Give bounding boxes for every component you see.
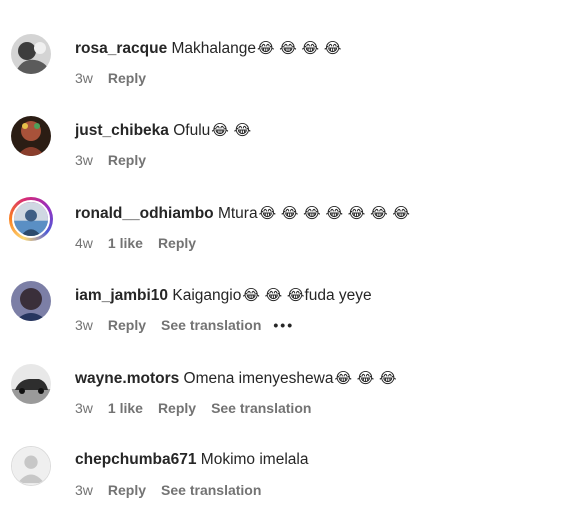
- laughing-emoji-icon: 😂 😂 😂: [242, 286, 305, 304]
- avatar[interactable]: [11, 34, 51, 74]
- comment-time: 3w: [75, 317, 93, 333]
- reply-button[interactable]: Reply: [108, 316, 146, 334]
- comment-item: just_chibeka Ofulu😂 😂 3w Reply: [0, 116, 578, 186]
- comment-text: Mtura: [217, 205, 258, 222]
- avatar-photo-icon: [11, 364, 51, 404]
- laughing-emoji-icon: 😂 😂 😂 😂: [256, 39, 342, 57]
- comment-text: Omena imenyeshewa: [183, 370, 334, 387]
- comment-username[interactable]: wayne.motors: [75, 370, 179, 387]
- comment-text: Mokimo imelala: [200, 451, 309, 468]
- previous-comment-meta-partial: [75, 0, 215, 2]
- comment-username[interactable]: just_chibeka: [75, 122, 169, 139]
- laughing-emoji-icon: 😂 😂 😂: [334, 369, 397, 387]
- avatar: [12, 200, 50, 238]
- comment-username[interactable]: iam_jambi10: [75, 287, 168, 304]
- comment-text: Makhalange: [171, 40, 256, 57]
- comment-item: ronald__odhiambo Mtura😂 😂 😂 😂 😂 😂 😂 4w 1…: [0, 197, 578, 269]
- laughing-emoji-icon: 😂 😂 😂 😂 😂 😂 😂: [258, 204, 410, 222]
- reply-button[interactable]: Reply: [108, 69, 146, 87]
- default-user-icon: [12, 447, 50, 485]
- like-count[interactable]: 1 like: [108, 399, 143, 417]
- comment-item: rosa_racque Makhalange😂 😂 😂 😂 3w Reply: [0, 34, 578, 104]
- comment-text: Kaigangio: [172, 287, 242, 304]
- see-translation-button[interactable]: See translation: [161, 316, 261, 334]
- avatar-photo-icon: [11, 34, 51, 74]
- see-translation-button[interactable]: See translation: [211, 399, 311, 417]
- see-translation-button[interactable]: See translation: [161, 481, 261, 499]
- avatar-photo-icon: [11, 116, 51, 156]
- avatar[interactable]: [11, 446, 51, 486]
- comment-time: 3w: [75, 152, 93, 168]
- avatar-story-ring[interactable]: [9, 197, 53, 241]
- like-count[interactable]: 1 like: [108, 234, 143, 252]
- comment-username[interactable]: ronald__odhiambo: [75, 205, 214, 222]
- comment-item: wayne.motors Omena imenyeshewa😂 😂 😂 3w 1…: [0, 364, 578, 434]
- comment-time: 4w: [75, 235, 93, 251]
- reply-button[interactable]: Reply: [108, 151, 146, 169]
- comment-username[interactable]: rosa_racque: [75, 40, 167, 57]
- comment-username[interactable]: chepchumba671: [75, 451, 196, 468]
- reply-button[interactable]: Reply: [158, 234, 196, 252]
- reply-button[interactable]: Reply: [158, 399, 196, 417]
- comment-time: 3w: [75, 400, 93, 416]
- avatar-photo-icon: [11, 281, 51, 321]
- comment-item: chepchumba671 Mokimo imelala 3w Reply Se…: [0, 446, 578, 516]
- reply-button[interactable]: Reply: [108, 481, 146, 499]
- comment-time: 3w: [75, 482, 93, 498]
- avatar[interactable]: [11, 364, 51, 404]
- comment-text: Ofulu: [173, 122, 211, 139]
- laughing-emoji-icon: 😂 😂: [211, 121, 252, 139]
- comment-time: 3w: [75, 70, 93, 86]
- avatar[interactable]: [11, 116, 51, 156]
- comment-item: iam_jambi10 Kaigangio😂 😂 😂fuda yeye 3w R…: [0, 281, 578, 351]
- avatar-photo-icon: [14, 202, 48, 236]
- avatar[interactable]: [11, 281, 51, 321]
- more-options-icon[interactable]: •••: [273, 316, 294, 334]
- comment-text-suffix: fuda yeye: [304, 287, 372, 304]
